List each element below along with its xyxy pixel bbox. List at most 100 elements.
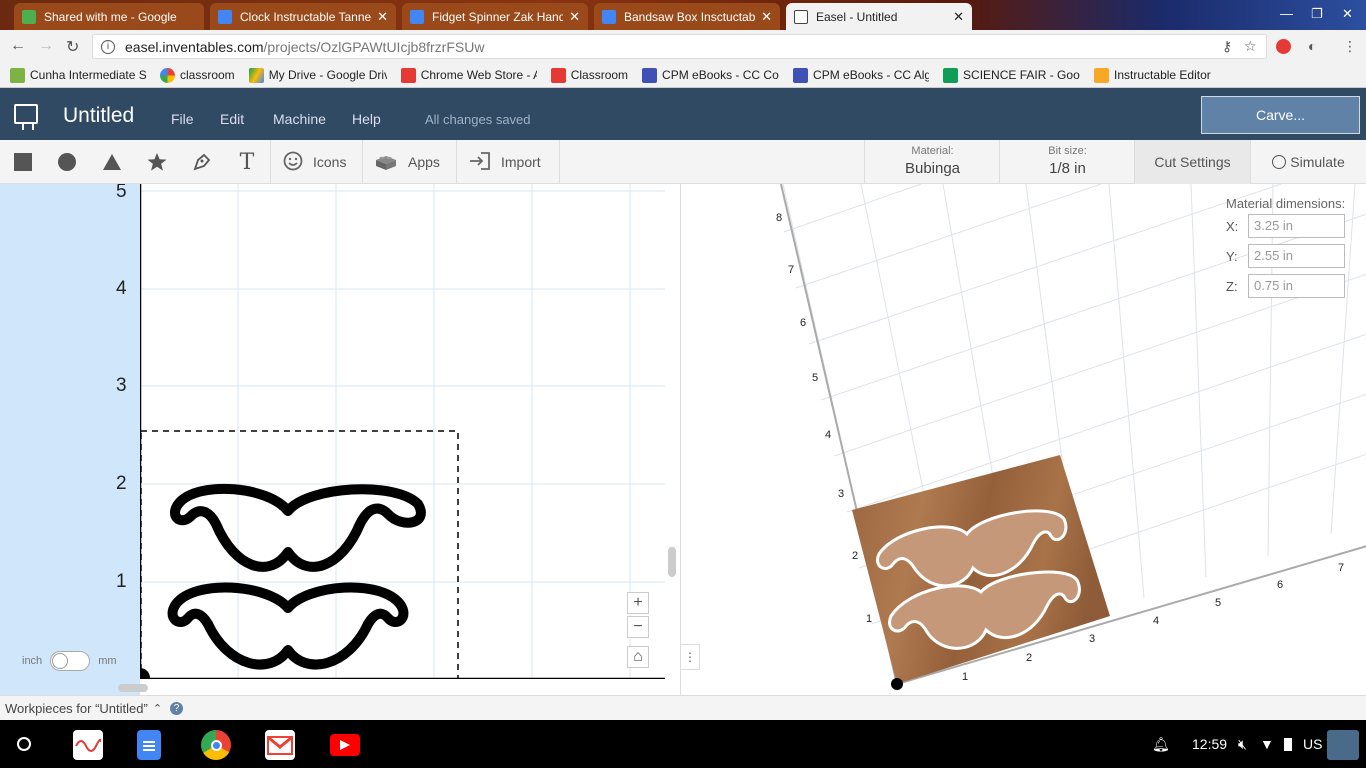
bookmark-my-drive[interactable]: My Drive - Google Driv <box>248 67 387 83</box>
youtube-app-icon[interactable] <box>330 734 360 756</box>
help-icon[interactable]: ? <box>170 701 184 715</box>
preview-origin-marker <box>891 678 903 690</box>
mustache-shapes[interactable] <box>167 483 426 670</box>
wifi-icon[interactable]: ▼ <box>1260 736 1274 752</box>
bookmark-classroom[interactable]: Classroom <box>550 67 628 83</box>
tools-bar: T Icons Apps Import Material: Bubinga Bi… <box>0 140 1366 184</box>
clock-time[interactable]: 12:59 <box>1192 736 1227 752</box>
y-ruler-label: 5 <box>116 184 127 202</box>
battery-icon[interactable] <box>1284 738 1292 751</box>
tab-easel-untitled[interactable]: Easel - Untitled ✕ <box>786 3 972 30</box>
bookmark-classroom-google[interactable]: classroom <box>160 67 235 83</box>
chevron-up-icon[interactable]: ⌃ <box>153 702 162 715</box>
key-icon[interactable]: ⚷ <box>1222 38 1232 55</box>
unit-toggle[interactable]: inch mm <box>22 651 117 671</box>
y-ruler-label: 4 <box>116 278 127 299</box>
menu-machine[interactable]: Machine <box>273 111 326 127</box>
material-z-input[interactable]: 0.75 in <box>1248 274 1345 298</box>
zoom-in-button[interactable]: + <box>627 592 649 614</box>
extension-red-icon[interactable] <box>1276 39 1291 54</box>
design-canvas[interactable]: 5 4 3 2 1 inch mm + − ⌂ <box>0 184 680 695</box>
tab-clock-instructable[interactable]: Clock Instructable Tanne ✕ <box>210 3 396 30</box>
notification-bell-icon[interactable]: 🔔︎ <box>1152 736 1170 753</box>
left-ruler <box>0 184 140 695</box>
menu-help[interactable]: Help <box>352 111 381 127</box>
graph-app-icon[interactable] <box>73 730 103 760</box>
y-ruler-label: 2 <box>116 473 127 494</box>
menu-edit[interactable]: Edit <box>220 111 244 127</box>
horizontal-scrollbar[interactable] <box>118 684 148 692</box>
unit-switch[interactable] <box>50 651 91 671</box>
maximize-icon[interactable]: ❐ <box>1311 6 1323 22</box>
material-y-input[interactable]: 2.55 in <box>1248 244 1345 268</box>
address-bar[interactable]: i easel.inventables.com /projects/OzlGPA… <box>92 34 1267 59</box>
bookmark-cpm-algebra[interactable]: CPM eBooks - CC Alg <box>793 67 929 83</box>
square-tool-icon[interactable] <box>12 151 34 173</box>
clock-icon <box>1272 155 1287 169</box>
close-window-icon[interactable]: ✕ <box>1342 6 1353 22</box>
star-tool-icon[interactable] <box>146 151 168 173</box>
menu-file[interactable]: File <box>171 111 194 127</box>
mute-icon[interactable]: 🔇︎ <box>1238 736 1247 753</box>
workpieces-bar[interactable]: Workpieces for “Untitled” ⌃ ? <box>0 695 1366 720</box>
circle-tool-icon[interactable] <box>56 151 78 173</box>
material-boundary <box>140 430 459 679</box>
bookmark-cpm-course[interactable]: CPM eBooks - CC Cou <box>642 67 780 83</box>
bookmark-science-fair[interactable]: SCIENCE FAIR - Goog <box>943 67 1080 83</box>
close-tab-icon[interactable]: ✕ <box>569 9 580 25</box>
material-label: Material: <box>911 145 954 157</box>
google-docs-app-icon[interactable] <box>137 730 161 760</box>
vertical-scrollbar[interactable] <box>668 547 676 577</box>
tab-bandsaw-box[interactable]: Bandsaw Box Insctuctabl ✕ <box>594 3 780 30</box>
zoom-out-button[interactable]: − <box>627 616 649 638</box>
url-path: /projects/OzlGPAWtUIcjb8frzrFSUw <box>263 38 485 55</box>
cpm-icon <box>642 67 658 83</box>
bookmark-star-icon[interactable]: ☆ <box>1244 38 1257 55</box>
bookmark-chrome-web-store[interactable]: Chrome Web Store - A <box>400 67 537 83</box>
tab-fidget-spinner[interactable]: Fidget Spinner Zak Hand ✕ <box>402 3 588 30</box>
close-tab-icon[interactable]: ✕ <box>377 9 388 25</box>
back-icon[interactable]: ← <box>10 37 26 55</box>
tab-title: Fidget Spinner Zak Hand <box>432 9 564 24</box>
workpieces-label[interactable]: Workpieces for “Untitled” <box>5 701 148 716</box>
info-icon[interactable]: i <box>101 39 115 54</box>
forward-icon[interactable]: → <box>38 37 54 55</box>
material-selector[interactable]: Material: Bubinga <box>864 140 1000 184</box>
close-tab-icon[interactable]: ✕ <box>953 9 964 25</box>
easel-logo-icon[interactable] <box>14 104 38 130</box>
close-tab-icon[interactable]: ✕ <box>761 9 772 25</box>
home-view-button[interactable]: ⌂ <box>627 646 649 668</box>
lego-brick-icon <box>374 151 398 174</box>
user-avatar[interactable] <box>1327 730 1359 760</box>
menu-kebab-icon[interactable]: ⋮ <box>1343 38 1357 55</box>
gmail-app-icon[interactable] <box>265 730 295 760</box>
bit-size-selector[interactable]: Bit size: 1/8 in <box>999 140 1135 184</box>
pen-tool-icon[interactable] <box>191 151 213 173</box>
google-sheets-icon <box>943 67 959 83</box>
reload-icon[interactable]: ↻ <box>66 37 79 57</box>
bookmark-label: CPM eBooks - CC Cou <box>662 68 780 82</box>
carve-button[interactable]: Carve... <box>1201 96 1360 134</box>
panel-resize-handle[interactable]: ⋮ <box>680 644 700 670</box>
project-title[interactable]: Untitled <box>63 104 134 128</box>
input-locale[interactable]: US <box>1303 736 1322 752</box>
text-tool-icon[interactable]: T <box>236 150 258 175</box>
divider <box>362 140 363 184</box>
triangle-tool-icon[interactable] <box>101 151 123 173</box>
apps-button[interactable]: Apps <box>374 140 440 184</box>
simulate-button[interactable]: Simulate <box>1250 140 1366 184</box>
import-button[interactable]: Import <box>469 140 541 184</box>
origin-marker <box>140 668 150 679</box>
tab-shared-with-me[interactable]: Shared with me - Google <box>14 3 204 30</box>
design-grid[interactable] <box>140 184 665 679</box>
launcher-icon[interactable] <box>17 737 31 751</box>
cut-settings-button[interactable]: Cut Settings <box>1134 140 1250 184</box>
bookmark-cunha[interactable]: Cunha Intermediate S <box>10 67 146 83</box>
bookmark-instructable-editor[interactable]: Instructable Editor <box>1094 67 1211 83</box>
minimize-icon[interactable]: — <box>1280 6 1293 21</box>
preview-y-label: 8 <box>776 212 782 224</box>
material-x-input[interactable]: 3.25 in <box>1248 214 1345 238</box>
chrome-app-icon[interactable] <box>201 730 231 760</box>
cast-icon[interactable]: ◐ <box>1308 38 1316 54</box>
icons-button[interactable]: Icons <box>283 140 346 184</box>
